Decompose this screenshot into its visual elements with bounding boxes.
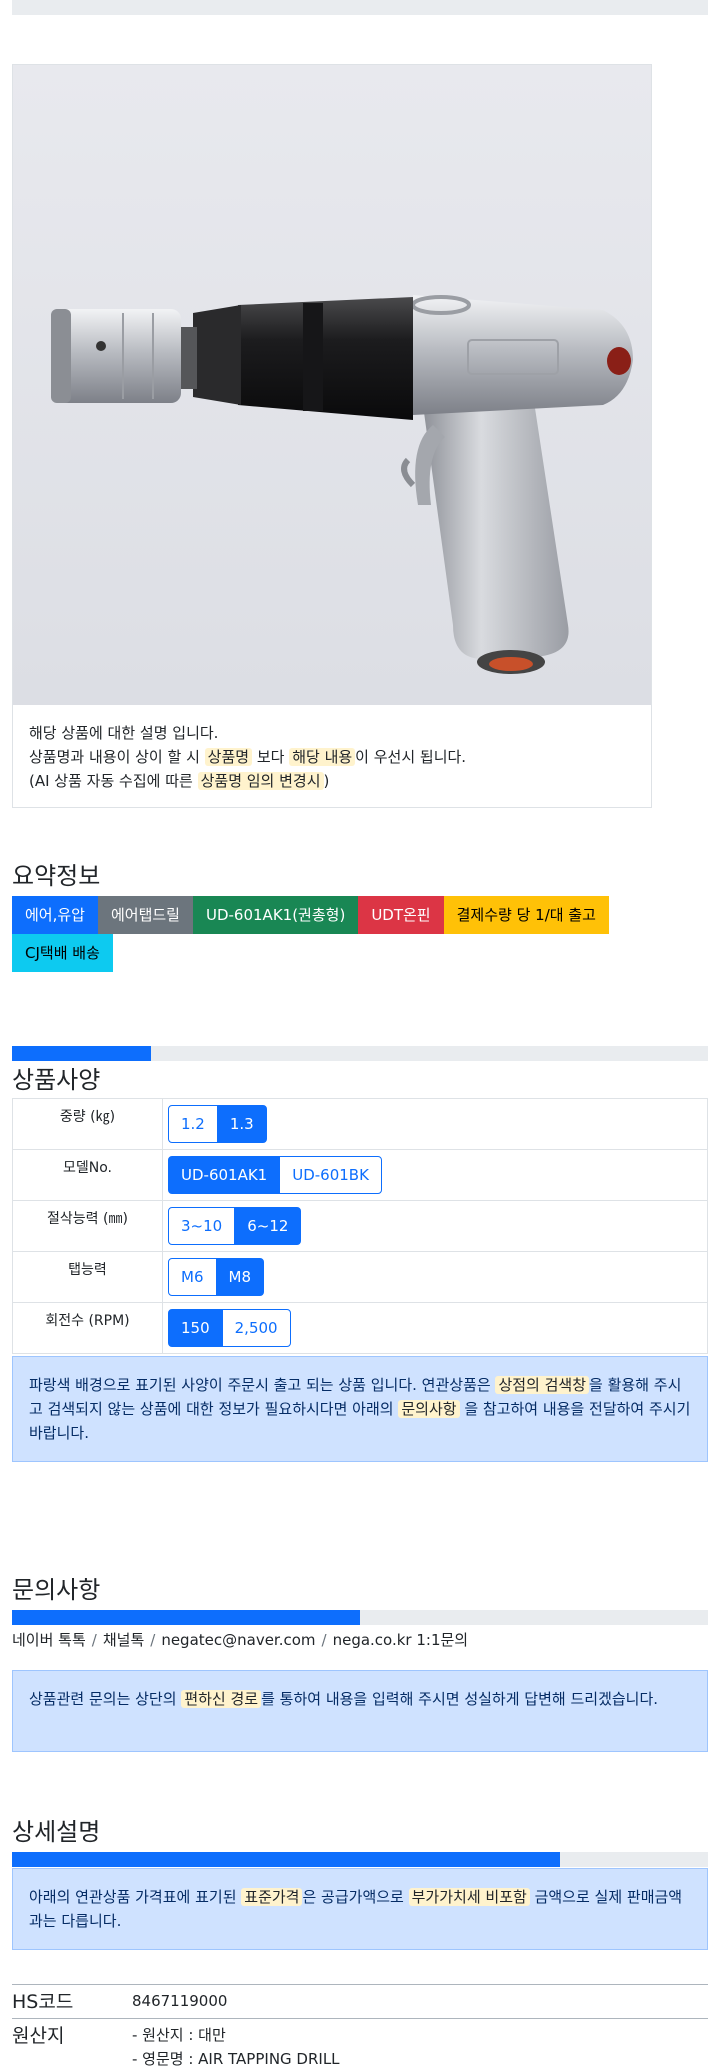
breadcrumb-separator: / <box>321 1631 327 1649</box>
hs-code-value: 8467119000 <box>132 1992 228 2010</box>
contact-links: 네이버 톡톡 / 채널톡 / negatec@naver.com / nega.co.kr … <box>12 1629 468 1650</box>
product-card: 해당 상품에 대한 설명 입니다. 상품명과 내용이 상이 할 시 상품명 보다… <box>12 64 652 808</box>
note-text: 은 공급가액으로 <box>302 1888 409 1906</box>
option-group: M6 M8 <box>168 1258 264 1296</box>
spec-label: 탭능력 <box>12 1251 163 1303</box>
spec-label: 모델No. <box>12 1149 163 1201</box>
spec-note-alert: 파랑색 배경으로 표기된 사양이 주문시 출고 되는 상품 입니다. 연관상품은… <box>12 1356 708 1462</box>
origin-country: - 원산지 : 대만 <box>132 2026 226 2044</box>
inquiry-note-alert: 상품관련 문의는 상단의 편하신 경로 를 통하여 내용을 입력해 주시면 성실하… <box>12 1670 708 1752</box>
spec-option-button[interactable]: M8 <box>215 1258 264 1296</box>
spec-options: 1.2 1.3 <box>162 1098 708 1150</box>
spec-options: M6 M8 <box>162 1251 708 1303</box>
detail-progress-fill <box>12 1852 561 1867</box>
highlight-inquiry: 문의사항 <box>398 1400 460 1418</box>
spec-title: 상품사양 <box>12 1066 101 1094</box>
highlight-standard-price: 표준가격 <box>241 1888 303 1906</box>
spec-option-button[interactable]: UD-601BK <box>279 1156 382 1194</box>
note-text: 파랑색 배경으로 표기된 사양이 주문시 출고 되는 상품 입니다. 연관상품은 <box>29 1376 496 1394</box>
summary-title: 요약정보 <box>12 862 101 890</box>
spec-table: 중량 (㎏) 1.2 1.3 모델No. UD-601AK1 UD-601BK 절삭능력 (… <box>12 1098 708 1354</box>
summary-badges: 에어,유압 에어탭드릴 UD-601AK1(권총형) UDT온핀 결제수량 당 1/대 … <box>12 896 672 972</box>
summary-badge: UD-601AK1(권총형) <box>192 896 359 934</box>
option-group: UD-601AK1 UD-601BK <box>168 1156 382 1194</box>
highlight-path: 편하신 경로 <box>181 1690 262 1708</box>
notice-line-3: (AI 상품 자동 수집에 따른 상품명 임의 변경시) <box>29 769 635 793</box>
detail-note-alert: 아래의 연관상품 가격표에 표기된 표준가격 은 공급가액으로 부가가치세 비포함… <box>12 1868 708 1950</box>
origin-row: 원산지 - 원산지 : 대만 - 영문명 : AIR TAPPING DRILL <box>12 2018 708 2070</box>
top-progress-bar <box>12 0 708 15</box>
detail-title: 상세설명 <box>12 1818 101 1846</box>
notice-text: ) <box>323 772 330 790</box>
spec-option-button[interactable]: 3~10 <box>168 1207 236 1245</box>
breadcrumb-separator: / <box>150 1631 156 1649</box>
option-group: 150 2,500 <box>168 1309 291 1347</box>
spec-options: UD-601AK1 UD-601BK <box>162 1149 708 1201</box>
spec-option-button[interactable]: M6 <box>168 1258 217 1296</box>
contact-link[interactable]: nega.co.kr 1:1문의 <box>333 1631 469 1649</box>
spec-options: 3~10 6~12 <box>162 1200 708 1252</box>
highlight-search: 상점의 검색창 <box>495 1376 590 1394</box>
breadcrumb-separator: / <box>91 1631 97 1649</box>
origin-english-name: - 영문명 : AIR TAPPING DRILL <box>132 2050 340 2068</box>
note-text: 를 통하여 내용을 입력해 주시면 성실하게 답변해 드리겠습니다. <box>261 1690 659 1708</box>
spec-options: 150 2,500 <box>162 1302 708 1354</box>
option-group: 3~10 6~12 <box>168 1207 302 1245</box>
highlight-product-name: 상품명 <box>204 748 253 766</box>
air-tapping-drill-illustration <box>51 295 633 674</box>
notice-line-1: 해당 상품에 대한 설명 입니다. <box>29 724 219 742</box>
origin-label: 원산지 <box>12 2025 65 2047</box>
highlight-vat: 부가가치세 비포함 <box>408 1888 530 1906</box>
summary-badge: UDT온핀 <box>358 896 444 934</box>
summary-badge: 결제수량 당 1/대 출고 <box>443 896 609 934</box>
spec-option-button[interactable]: 150 <box>168 1309 223 1347</box>
note-text: 아래의 연관상품 가격표에 표기된 <box>29 1888 242 1906</box>
notice-text: 이 우선시 됩니다. <box>355 748 467 766</box>
contact-link[interactable]: negatec@naver.com <box>161 1631 315 1649</box>
spec-row: 탭능력 M6 M8 <box>12 1251 708 1303</box>
notice-text: 상품명과 내용이 상이 할 시 <box>29 748 205 766</box>
inquiry-title: 문의사항 <box>12 1576 101 1604</box>
spec-row: 절삭능력 (㎜) 3~10 6~12 <box>12 1200 708 1252</box>
note-text: 상품관련 문의는 상단의 <box>29 1690 182 1708</box>
highlight-name-change: 상품명 임의 변경시 <box>197 772 324 790</box>
summary-badge: CJ택배 배송 <box>12 934 113 972</box>
contact-link[interactable]: 네이버 톡톡 <box>12 1631 86 1649</box>
option-group: 1.2 1.3 <box>168 1105 267 1143</box>
hs-code-row: HS코드 8467119000 <box>12 1984 708 2018</box>
spec-label: 중량 (㎏) <box>12 1098 163 1150</box>
spec-progress-fill <box>12 1046 152 1061</box>
hs-code-label: HS코드 <box>12 1991 74 2013</box>
spec-option-button[interactable]: UD-601AK1 <box>168 1156 281 1194</box>
spec-option-button[interactable]: 6~12 <box>234 1207 302 1245</box>
spec-row: 모델No. UD-601AK1 UD-601BK <box>12 1149 708 1201</box>
detail-progress-bar <box>12 1852 708 1867</box>
inquiry-progress-fill <box>12 1610 360 1625</box>
notice-text: 보다 <box>252 748 290 766</box>
spec-row: 중량 (㎏) 1.2 1.3 <box>12 1098 708 1150</box>
spec-label: 절삭능력 (㎜) <box>12 1200 163 1252</box>
contact-link[interactable]: 채널톡 <box>103 1631 144 1649</box>
spec-option-button[interactable]: 2,500 <box>221 1309 291 1347</box>
product-notice: 해당 상품에 대한 설명 입니다. 상품명과 내용이 상이 할 시 상품명 보다… <box>13 705 651 809</box>
spec-option-button[interactable]: 1.2 <box>168 1105 218 1143</box>
origin-values: - 원산지 : 대만 - 영문명 : AIR TAPPING DRILL <box>132 2023 340 2070</box>
notice-text: (AI 상품 자동 수집에 따른 <box>29 772 198 790</box>
spec-progress-bar <box>12 1046 708 1061</box>
inquiry-progress-bar <box>12 1610 708 1625</box>
spec-label: 회전수 (RPM) <box>12 1302 163 1354</box>
summary-badge: 에어탭드릴 <box>97 896 193 934</box>
product-image <box>13 65 651 705</box>
highlight-content: 해당 내용 <box>289 748 356 766</box>
spec-row: 회전수 (RPM) 150 2,500 <box>12 1302 708 1354</box>
spec-option-button[interactable]: 1.3 <box>216 1105 267 1143</box>
summary-badge: 에어,유압 <box>12 896 98 934</box>
notice-line-2: 상품명과 내용이 상이 할 시 상품명 보다 해당 내용 이 우선시 됩니다. <box>29 745 635 769</box>
